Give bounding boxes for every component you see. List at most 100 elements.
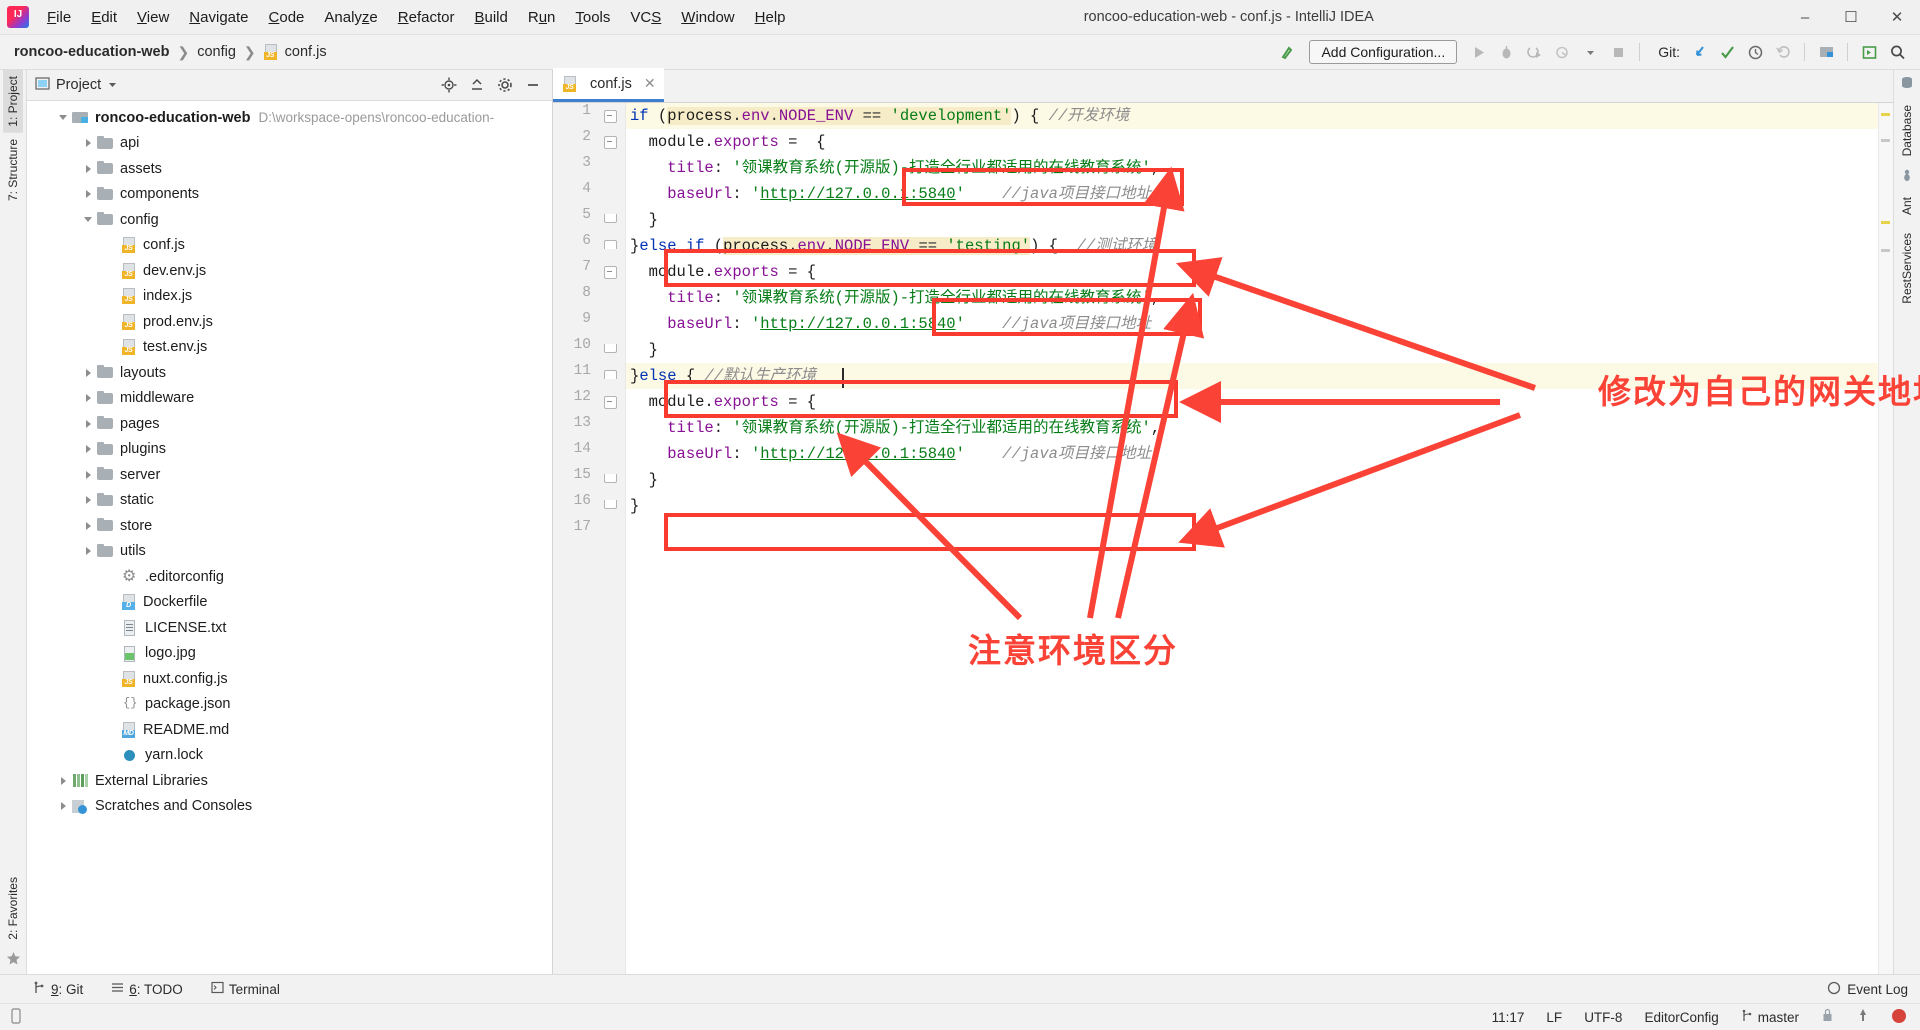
tree-node-middleware[interactable]: middleware (27, 386, 552, 412)
tree-expand-arrow-icon[interactable] (82, 162, 95, 175)
tree-node-utils[interactable]: utils (27, 539, 552, 565)
menu-vcs[interactable]: VCS (620, 6, 671, 29)
tree-expand-arrow-icon[interactable] (82, 366, 95, 379)
tree-expand-arrow-icon[interactable] (82, 443, 95, 456)
code-line[interactable]: } (630, 207, 658, 233)
tree-node-package-json[interactable]: package.json (27, 692, 552, 718)
code-fold-marker[interactable] (604, 110, 617, 123)
code-fold-marker[interactable] (604, 500, 617, 509)
code-line[interactable]: baseUrl: 'http://127.0.0.1:5840' //java项… (630, 181, 1151, 207)
add-configuration-button[interactable]: Add Configuration... (1309, 40, 1458, 64)
tree-node-readme-md[interactable]: MD README.md (27, 717, 552, 743)
editorconfig-indicator[interactable]: EditorConfig (1640, 1009, 1722, 1026)
code-line[interactable]: } (630, 493, 639, 519)
tree-node-server[interactable]: server (27, 462, 552, 488)
tree-node-yarn-lock[interactable]: yarn.lock (27, 743, 552, 769)
menu-edit[interactable]: Edit (81, 6, 127, 29)
select-in-icon[interactable] (1856, 39, 1882, 65)
code-line[interactable]: title: '领课教育系统(开源版)-打造全行业都适用的在线教育系统', (630, 155, 1160, 181)
tree-node-components[interactable]: components (27, 182, 552, 208)
tree-node-conf-js[interactable]: JS conf.js (27, 233, 552, 259)
tree-expand-arrow-icon[interactable] (82, 468, 95, 481)
menu-analyze[interactable]: Analyze (314, 6, 387, 29)
tree-node-assets[interactable]: assets (27, 156, 552, 182)
editor-tab-confjs[interactable]: JS conf.js ✕ (553, 68, 664, 102)
debug-icon[interactable] (1493, 39, 1519, 65)
tree-expand-arrow-icon[interactable] (82, 417, 95, 430)
tree-node-test-env-js[interactable]: JS test.env.js (27, 335, 552, 361)
code-fold-marker[interactable] (604, 396, 617, 409)
code-line[interactable]: baseUrl: 'http://127.0.0.1:5840' //java项… (630, 441, 1151, 467)
menu-refactor[interactable]: Refactor (388, 6, 465, 29)
rail-tab-structure[interactable]: 7: Structure (3, 133, 23, 207)
tree-node-static[interactable]: static (27, 488, 552, 514)
code-fold-marker[interactable] (604, 136, 617, 149)
tree-node-editorconfig[interactable]: .editorconfig (27, 564, 552, 590)
tree-expand-arrow-icon[interactable] (57, 800, 70, 813)
code-fold-marker[interactable] (604, 266, 617, 279)
code-fold-marker[interactable] (604, 240, 617, 249)
tree-expand-arrow-icon[interactable] (57, 774, 70, 787)
tree-expand-arrow-icon[interactable] (82, 137, 95, 150)
code-area[interactable]: if (process.env.NODE_ENV == 'development… (626, 103, 1878, 974)
rail-tab-ant[interactable]: Ant (1897, 191, 1917, 221)
menu-view[interactable]: View (127, 6, 179, 29)
tree-node-nuxt-config-js[interactable]: JS nuxt.config.js (27, 666, 552, 692)
line-separator[interactable]: LF (1542, 1009, 1566, 1026)
profile-icon[interactable] (1549, 39, 1575, 65)
locate-icon[interactable] (436, 72, 462, 98)
rail-tab-project[interactable]: 1: Project (3, 70, 23, 133)
maximize-button[interactable]: ☐ (1828, 0, 1874, 34)
tree-node-logo-jpg[interactable]: logo.jpg (27, 641, 552, 667)
tree-node-dockerfile[interactable]: D Dockerfile (27, 590, 552, 616)
tree-node-plugins[interactable]: plugins (27, 437, 552, 463)
inspections-icon[interactable] (1852, 1007, 1874, 1027)
tree-node-prod-env-js[interactable]: JS prod.env.js (27, 309, 552, 335)
error-stripe-marker-bar[interactable] (1878, 103, 1893, 974)
settings-gear-icon[interactable] (492, 72, 518, 98)
read-only-lock-icon[interactable] (1817, 1007, 1838, 1027)
rail-tab-favorites[interactable]: 2: Favorites (3, 871, 23, 946)
rail-tab-restservices[interactable]: RestServices (1897, 227, 1917, 310)
menu-build[interactable]: Build (464, 6, 517, 29)
close-icon[interactable]: ✕ (644, 75, 656, 92)
history-icon[interactable] (1742, 39, 1768, 65)
menu-code[interactable]: Code (259, 6, 315, 29)
code-fold-marker[interactable] (604, 370, 617, 379)
tool-window-terminal[interactable]: Terminal (206, 979, 285, 999)
git-branch-widget[interactable]: master (1737, 1008, 1803, 1026)
tree-node-dev-env-js[interactable]: JS dev.env.js (27, 258, 552, 284)
tree-node-roncoo-education-web[interactable]: roncoo-education-web D:\workspace-opens\r… (27, 105, 552, 131)
code-fold-marker[interactable] (604, 344, 617, 353)
collapse-all-icon[interactable] (464, 72, 490, 98)
stop-icon[interactable] (1605, 39, 1631, 65)
tool-window-git[interactable]: 9: Git (28, 979, 88, 999)
code-line[interactable]: }else if (process.env.NODE_ENV == 'testi… (630, 233, 1157, 259)
menu-run[interactable]: Run (518, 6, 566, 29)
code-line[interactable]: module.exports = { (630, 259, 816, 285)
rollback-icon[interactable] (1770, 39, 1796, 65)
code-line[interactable]: } (630, 467, 658, 493)
code-line[interactable]: baseUrl: 'http://127.0.0.1:5840' //java项… (630, 311, 1151, 337)
tree-node-license-txt[interactable]: LICENSE.txt (27, 615, 552, 641)
run-with-coverage-icon[interactable] (1521, 39, 1547, 65)
project-structure-icon[interactable] (1813, 39, 1839, 65)
close-button[interactable]: ✕ (1874, 0, 1920, 34)
tree-node-index-js[interactable]: JS index.js (27, 284, 552, 310)
breadcrumb-project[interactable]: roncoo-education-web (10, 42, 173, 62)
file-encoding[interactable]: UTF-8 (1580, 1009, 1626, 1026)
tree-node-layouts[interactable]: layouts (27, 360, 552, 386)
tree-expand-arrow-icon[interactable] (82, 213, 95, 226)
tree-expand-arrow-icon[interactable] (82, 494, 95, 507)
tree-node-store[interactable]: store (27, 513, 552, 539)
tree-expand-arrow-icon[interactable] (82, 188, 95, 201)
chevron-down-icon[interactable] (107, 78, 118, 93)
code-line[interactable]: module.exports = { (630, 129, 826, 155)
memory-indicator-icon[interactable] (10, 1007, 22, 1027)
tree-node-pages[interactable]: pages (27, 411, 552, 437)
code-line[interactable]: if (process.env.NODE_ENV == 'development… (630, 103, 1129, 129)
code-line[interactable]: title: '领课教育系统(开源版)-打造全行业都适用的在线教育系统', (630, 415, 1160, 441)
tool-window-todo[interactable]: 6: TODO (106, 979, 188, 999)
chevron-down-icon[interactable] (1577, 39, 1603, 65)
breadcrumb-config[interactable]: config (193, 42, 240, 62)
